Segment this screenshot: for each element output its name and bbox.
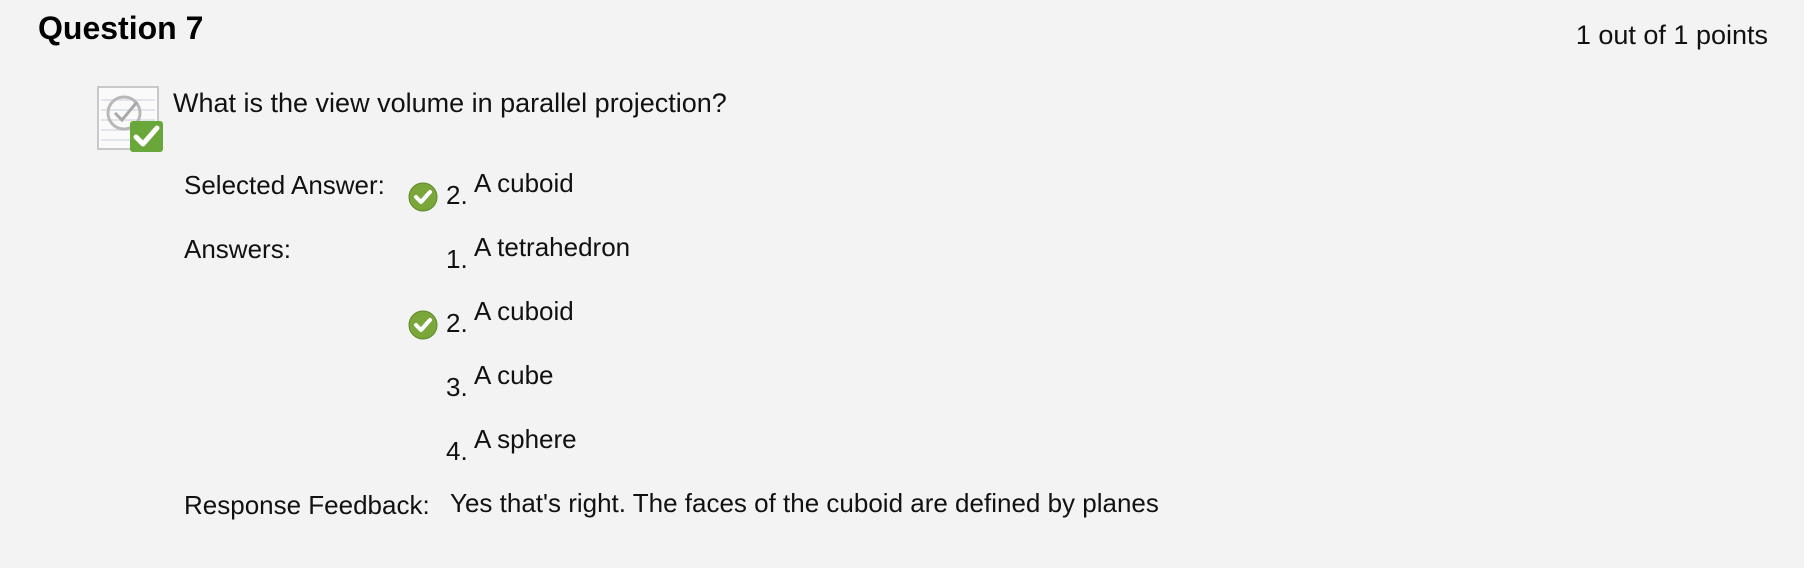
selected-answer-number: 2. xyxy=(446,180,468,210)
answer-text: A cube xyxy=(474,360,554,390)
check-circle-icon xyxy=(408,310,438,340)
response-feedback-text: Yes that's right. The faces of the cuboi… xyxy=(450,488,1159,518)
answer-number: 4. xyxy=(446,436,468,466)
selected-answer-row: 2. A cuboid xyxy=(408,168,574,212)
answer-item: 3. A cube xyxy=(408,360,554,404)
answer-text: A cuboid xyxy=(474,296,574,326)
selected-answer-label: Selected Answer: xyxy=(184,170,385,200)
question-points: 1 out of 1 points xyxy=(1575,20,1768,50)
answer-text: A tetrahedron xyxy=(474,232,631,262)
answer-item: 4. A sphere xyxy=(408,424,577,468)
check-circle-icon xyxy=(408,182,438,212)
answer-text: A sphere xyxy=(474,424,577,454)
selected-answer-text: A cuboid xyxy=(474,168,574,198)
answers-label: Answers: xyxy=(184,234,291,264)
question-panel: Question 7 1 out of 1 points What is the… xyxy=(0,0,1804,568)
answer-item: 1. A tetrahedron xyxy=(408,232,630,276)
answer-item-correct: 2. A cuboid xyxy=(408,296,574,340)
answer-number: 1. xyxy=(446,244,468,274)
answer-number: 3. xyxy=(446,372,468,402)
question-title: Question 7 xyxy=(38,10,204,46)
question-text: What is the view volume in parallel proj… xyxy=(173,88,727,118)
response-feedback-label: Response Feedback: xyxy=(184,490,430,520)
correct-question-icon xyxy=(97,86,165,154)
answer-number: 2. xyxy=(446,308,468,338)
